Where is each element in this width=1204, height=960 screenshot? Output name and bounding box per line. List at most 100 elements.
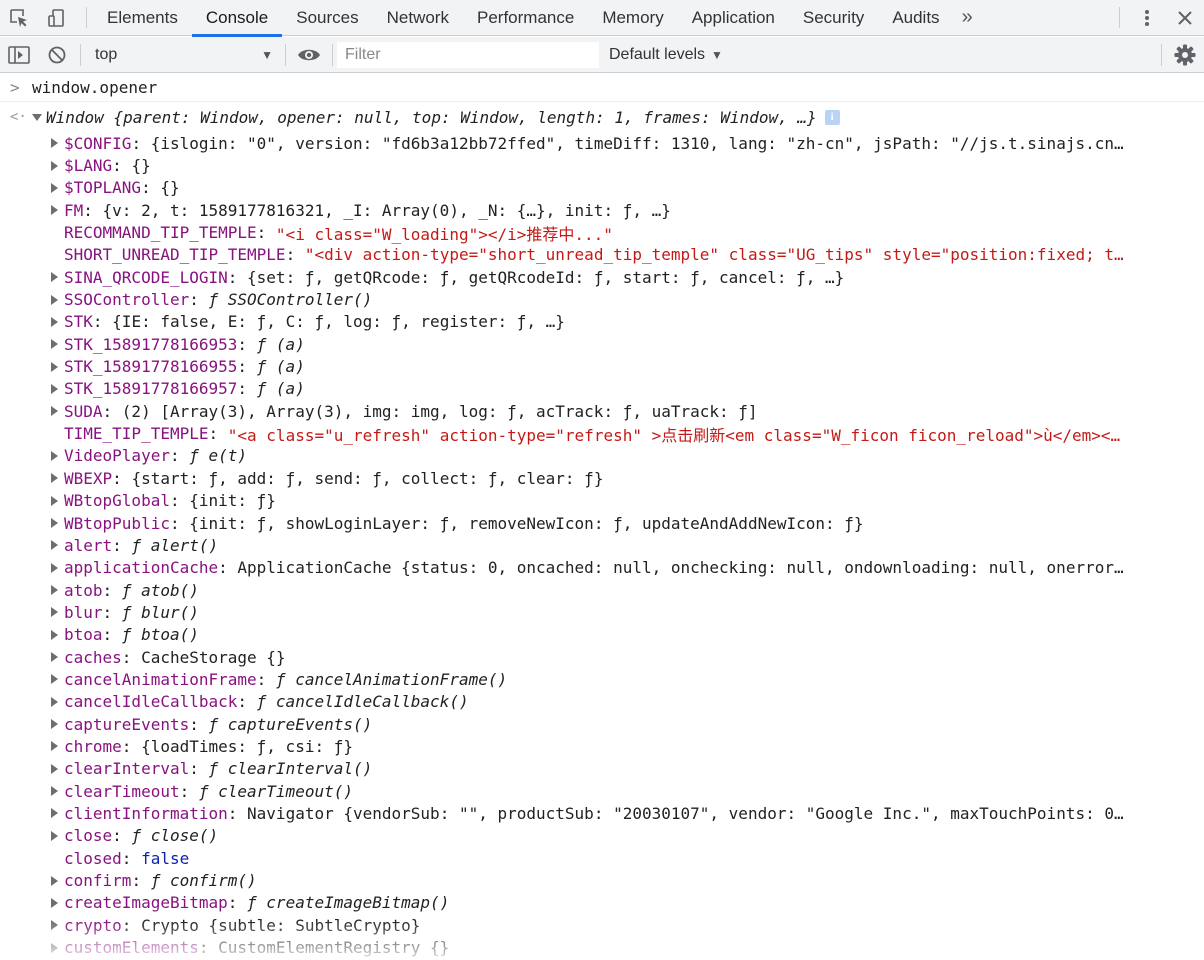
expand-triangle-icon[interactable] [50,161,64,171]
property-row[interactable]: SINA_QRCODE_LOGIN: {set: ƒ, getQRcode: ƒ… [50,266,1174,288]
expand-triangle-icon[interactable] [50,764,64,774]
property-row[interactable]: atob: ƒ atob() [50,579,1174,601]
show-sidebar-icon[interactable] [0,37,38,73]
property-row[interactable]: STK_15891778166955: ƒ (a) [50,355,1174,377]
expand-triangle-icon[interactable] [50,183,64,193]
property-row[interactable]: createImageBitmap: ƒ createImageBitmap() [50,892,1174,914]
expand-triangle-icon[interactable] [50,362,64,372]
property-row[interactable]: WBtopGlobal: {init: ƒ} [50,490,1174,512]
expand-triangle-icon[interactable] [50,920,64,930]
property-row[interactable]: WBtopPublic: {init: ƒ, showLoginLayer: ƒ… [50,512,1174,534]
expand-triangle-icon[interactable] [50,808,64,818]
property-row[interactable]: RECOMMAND_TIP_TEMPLE: "<i class="W_loadi… [50,221,1174,244]
property-row[interactable]: confirm: ƒ confirm() [50,869,1174,891]
expand-triangle-icon[interactable] [50,540,64,550]
expand-triangle-icon[interactable] [50,496,64,506]
property-row[interactable]: close: ƒ close() [50,825,1174,847]
property-row[interactable]: $TOPLANG: {} [50,177,1174,199]
property-row[interactable]: clearTimeout: ƒ clearTimeout() [50,780,1174,802]
clear-console-icon[interactable] [38,37,76,73]
property-row[interactable]: closed: false [50,847,1174,869]
tab-network[interactable]: Network [373,0,463,36]
expand-triangle-icon[interactable] [50,607,64,617]
tab-security[interactable]: Security [789,0,878,36]
property-value: {init: ƒ} [189,491,276,511]
property-row[interactable]: $CONFIG: {islogin: "0", version: "fd6b3a… [50,132,1174,154]
property-row[interactable]: WBEXP: {start: ƒ, add: ƒ, send: ƒ, colle… [50,467,1174,489]
settings-gear-icon[interactable] [1166,37,1204,73]
expand-triangle-icon[interactable] [50,741,64,751]
property-row[interactable]: STK_15891778166957: ƒ (a) [50,378,1174,400]
property-row[interactable]: SHORT_UNREAD_TIP_TEMPLE: "<div action-ty… [50,244,1174,266]
expand-triangle-icon[interactable] [50,518,64,528]
tab-sources[interactable]: Sources [282,0,372,36]
expand-triangle-icon[interactable] [50,205,64,215]
expand-triangle-icon[interactable] [50,563,64,573]
property-value: ƒ cancelAnimationFrame() [275,669,508,689]
close-icon[interactable] [1166,0,1204,36]
property-row[interactable]: STK_15891778166953: ƒ (a) [50,333,1174,355]
property-row[interactable]: blur: ƒ blur() [50,601,1174,623]
property-row[interactable]: STK: {IE: false, E: ƒ, C: ƒ, log: ƒ, reg… [50,311,1174,333]
property-row[interactable]: alert: ƒ alert() [50,534,1174,556]
more-tabs-button[interactable]: » [954,0,983,35]
expand-triangle-icon[interactable] [50,339,64,349]
property-row[interactable]: cancelIdleCallback: ƒ cancelIdleCallback… [50,691,1174,713]
inspect-element-icon[interactable] [0,0,38,36]
property-row[interactable]: crypto: Crypto {subtle: SubtleCrypto} [50,914,1174,936]
property-row[interactable]: clientInformation: Navigator {vendorSub:… [50,802,1174,824]
expand-triangle-icon[interactable] [50,317,64,327]
live-expression-eye-icon[interactable] [290,37,328,73]
tab-audits[interactable]: Audits [878,0,953,36]
property-row[interactable]: FM: {v: 2, t: 1589177816321, _I: Array(0… [50,199,1174,221]
expand-triangle-icon[interactable] [50,272,64,282]
expand-triangle-icon[interactable] [50,652,64,662]
expand-triangle-icon[interactable] [50,585,64,595]
expand-triangle-icon[interactable] [50,630,64,640]
device-toolbar-icon[interactable] [38,0,76,36]
property-row[interactable]: $LANG: {} [50,154,1174,176]
info-icon[interactable]: i [824,109,840,125]
property-row[interactable]: applicationCache: ApplicationCache {stat… [50,557,1174,579]
tab-memory[interactable]: Memory [588,0,677,36]
property-name: cancelIdleCallback [64,692,238,712]
property-row[interactable]: customElements: CustomElementRegistry {} [50,936,1174,958]
window-object-summary[interactable]: Window {parent: Window, opener: null, to… [46,108,817,127]
toolbar-divider [285,43,286,66]
property-row[interactable]: chrome: {loadTimes: ƒ, csi: ƒ} [50,735,1174,757]
property-row[interactable]: SUDA: (2) [Array(3), Array(3), img: img,… [50,400,1174,422]
context-selector[interactable]: top ▼ [85,42,281,68]
expand-triangle-icon[interactable] [50,473,64,483]
expand-triangle-icon[interactable] [50,831,64,841]
property-row[interactable]: TIME_TIP_TEMPLE: "<a class="u_refresh" a… [50,422,1174,445]
expand-triangle-icon[interactable] [50,876,64,886]
expand-triangle-icon[interactable] [50,943,64,953]
tab-console[interactable]: Console [191,0,283,37]
property-row[interactable]: VideoPlayer: ƒ e(t) [50,445,1174,467]
property-row[interactable]: cancelAnimationFrame: ƒ cancelAnimationF… [50,668,1174,690]
console-result-line[interactable]: <· Window {parent: Window, opener: null,… [0,102,1204,132]
log-levels-dropdown[interactable]: Default levels ▼ [599,46,723,64]
property-row[interactable]: SSOController: ƒ SSOController() [50,288,1174,310]
tab-elements[interactable]: Elements [93,0,192,36]
expand-triangle-icon[interactable] [50,898,64,908]
expand-triangle-icon[interactable] [50,384,64,394]
property-row[interactable]: clearInterval: ƒ clearInterval() [50,758,1174,780]
expand-triangle-icon[interactable] [50,697,64,707]
expand-triangle-icon[interactable] [50,719,64,729]
expand-triangle-icon[interactable] [50,138,64,148]
expand-triangle-icon[interactable] [50,406,64,416]
tab-performance[interactable]: Performance [463,0,588,36]
property-colon: : [237,334,257,354]
expand-triangle-icon[interactable] [50,451,64,461]
tab-application[interactable]: Application [678,0,789,36]
expand-triangle-icon[interactable] [50,295,64,305]
property-row[interactable]: captureEvents: ƒ captureEvents() [50,713,1174,735]
kebab-menu-icon[interactable] [1128,0,1166,36]
expand-triangle-icon[interactable] [50,786,64,796]
expand-triangle-icon[interactable] [50,674,64,684]
property-row[interactable]: caches: CacheStorage {} [50,646,1174,668]
property-row[interactable]: btoa: ƒ btoa() [50,624,1174,646]
filter-input[interactable] [337,41,599,68]
expand-triangle-icon[interactable] [32,113,42,121]
